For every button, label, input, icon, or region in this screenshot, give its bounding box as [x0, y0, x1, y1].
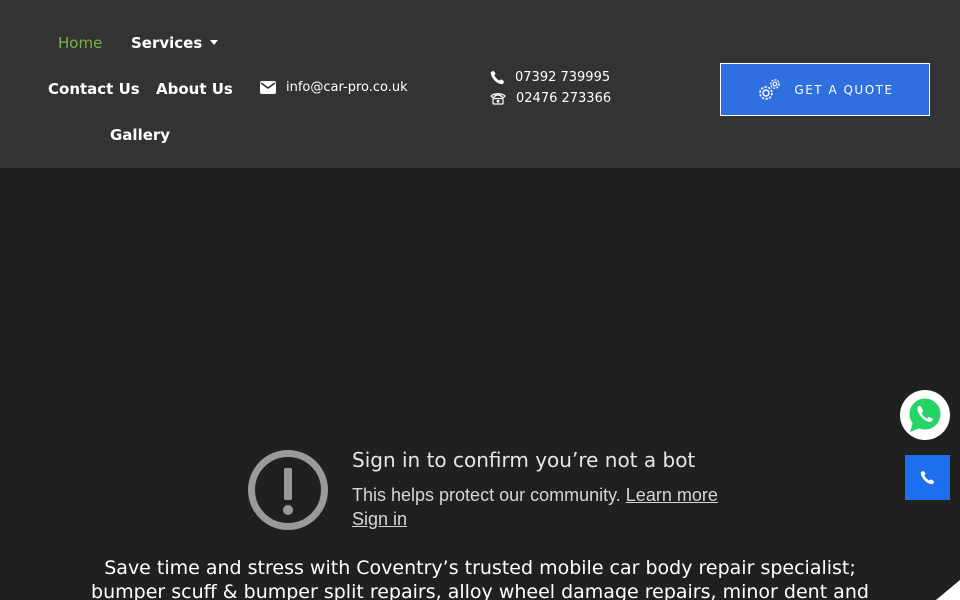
nav-contact-us[interactable]: Contact Us: [48, 80, 140, 98]
corner-decoration: [936, 580, 960, 600]
bot-check-description: This helps protect our community.: [352, 485, 621, 505]
mobile-link[interactable]: 07392 739995: [490, 70, 610, 85]
landline-link[interactable]: 02476 273366: [490, 91, 611, 106]
phone-icon: [490, 70, 505, 85]
sign-in-link[interactable]: Sign in: [352, 509, 407, 530]
phone-icon: [920, 470, 935, 485]
exclamation-icon: [248, 450, 328, 530]
nav-services[interactable]: Services: [131, 34, 219, 52]
nav-services-label: Services: [131, 34, 203, 52]
gears-icon: [759, 78, 781, 100]
email-text: info@car-pro.co.uk: [286, 80, 408, 95]
intro-paragraph: Save time and stress with Coventry’s tru…: [60, 556, 900, 600]
get-a-quote-label: GET A QUOTE: [794, 82, 894, 97]
landline-number: 02476 273366: [516, 91, 612, 106]
bot-check-title: Sign in to confirm you’re not a bot: [352, 448, 696, 472]
envelope-icon: [260, 81, 276, 94]
intro-line-2: bumper scuff & bumper split repairs, all…: [91, 581, 869, 600]
whatsapp-button[interactable]: [900, 390, 950, 440]
telephone-icon: [490, 93, 506, 105]
learn-more-link[interactable]: Learn more: [626, 485, 718, 505]
nav-home[interactable]: Home: [58, 34, 102, 52]
get-a-quote-button[interactable]: GET A QUOTE: [720, 63, 930, 116]
call-button[interactable]: [905, 455, 950, 500]
email-link[interactable]: info@car-pro.co.uk: [260, 80, 408, 95]
caret-down-icon: [210, 40, 219, 45]
bot-check-text: This helps protect our community. Learn …: [352, 485, 718, 506]
nav-about-us[interactable]: About Us: [156, 80, 233, 98]
whatsapp-icon: [906, 395, 944, 433]
site-header: Home Services Contact Us About Us Galler…: [0, 0, 960, 168]
mobile-number: 07392 739995: [515, 70, 611, 85]
intro-line-1: Save time and stress with Coventry’s tru…: [104, 557, 856, 579]
nav-gallery[interactable]: Gallery: [110, 126, 170, 144]
